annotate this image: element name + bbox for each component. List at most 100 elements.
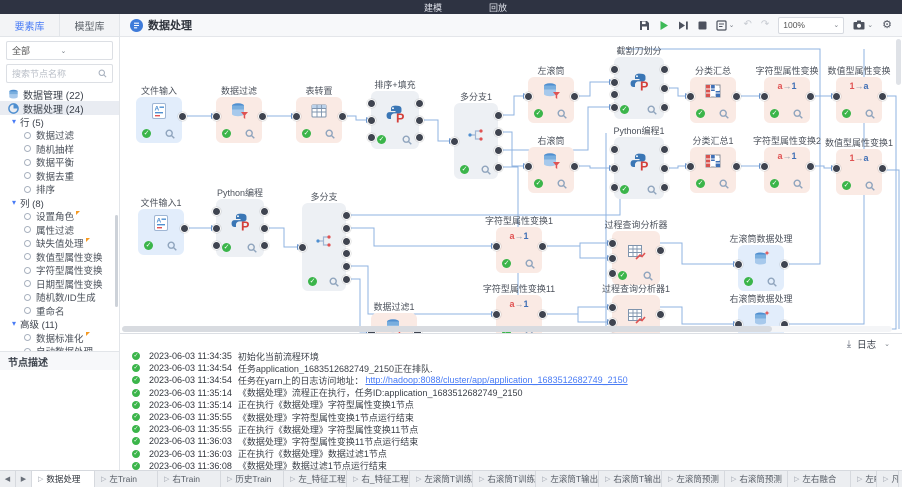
tree-group[interactable]: ▾列 (8)	[0, 196, 119, 210]
output-port[interactable]	[806, 92, 815, 101]
output-port[interactable]	[538, 310, 547, 319]
tab-scroll-left-icon[interactable]: ◀	[0, 471, 16, 487]
search-input[interactable]	[12, 69, 98, 79]
tab-model-library[interactable]: 模型库	[60, 14, 119, 36]
step-run-button[interactable]	[678, 20, 689, 31]
tree-node-item[interactable]: 数据标准化	[0, 331, 119, 345]
input-port[interactable]	[212, 112, 221, 121]
flow-tab[interactable]: ▷左滚筒T训练	[410, 471, 473, 487]
tree-node-item[interactable]: 自动数据处理	[0, 345, 119, 352]
output-port[interactable]	[260, 207, 269, 216]
node-preview-magnifier-icon[interactable]	[793, 179, 803, 189]
input-port[interactable]	[608, 269, 617, 278]
output-port[interactable]	[342, 211, 351, 220]
category-filter-select[interactable]: 全部 ⌄	[6, 41, 113, 60]
flow-node-proc-query[interactable]: ✓	[612, 231, 660, 285]
flow-tab[interactable]: ▷左Train	[95, 471, 158, 487]
output-port[interactable]	[494, 163, 503, 172]
save-button[interactable]	[639, 20, 650, 31]
node-preview-magnifier-icon[interactable]	[719, 179, 729, 189]
node-preview-magnifier-icon[interactable]	[165, 129, 175, 139]
output-port[interactable]	[660, 84, 669, 93]
input-port[interactable]	[610, 145, 619, 154]
flow-node-left-roller[interactable]: ✓	[528, 77, 574, 123]
top-menu-item[interactable]: 建模	[424, 1, 442, 14]
tree-node-item[interactable]: 数值型属性变换	[0, 250, 119, 264]
input-port[interactable]	[610, 103, 619, 112]
output-port[interactable]	[656, 246, 665, 255]
output-port[interactable]	[656, 310, 665, 319]
input-port[interactable]	[760, 162, 769, 171]
download-log-icon[interactable]: ⤓	[847, 339, 851, 350]
node-preview-magnifier-icon[interactable]	[557, 109, 567, 119]
node-preview-magnifier-icon[interactable]	[865, 109, 875, 119]
tree-category[interactable]: 数据处理 (24)	[0, 101, 119, 115]
output-port[interactable]	[780, 260, 789, 269]
log-panel-title[interactable]: 日志	[857, 337, 876, 351]
output-port[interactable]	[260, 224, 269, 233]
flow-node-str-conv[interactable]: a→1✓	[764, 77, 810, 123]
node-preview-magnifier-icon[interactable]	[525, 259, 535, 269]
flow-tab[interactable]: ▷凡	[877, 471, 899, 487]
flow-tab[interactable]: ▷右滚筒T训练	[473, 471, 536, 487]
input-port[interactable]	[367, 133, 376, 142]
layout-menu-button[interactable]: ⌄	[716, 20, 735, 31]
output-port[interactable]	[415, 133, 424, 142]
output-port[interactable]	[338, 112, 347, 121]
output-port[interactable]	[415, 99, 424, 108]
flow-node-right-roller[interactable]: ✓	[528, 147, 574, 193]
tree-category[interactable]: 数据管理 (22)	[0, 87, 119, 101]
tree-node-item[interactable]: 日期型属性变换	[0, 277, 119, 291]
flow-node-sort-fill[interactable]: P✓	[371, 91, 419, 149]
input-port[interactable]	[212, 207, 221, 216]
output-port[interactable]	[342, 224, 351, 233]
input-port[interactable]	[832, 164, 841, 173]
node-preview-magnifier-icon[interactable]	[325, 129, 335, 139]
node-preview-magnifier-icon[interactable]	[643, 271, 653, 281]
tree-node-item[interactable]: 缺失值处理	[0, 237, 119, 251]
tree-node-item[interactable]: 随机抽样	[0, 142, 119, 156]
flow-canvas[interactable]: 文件输入A✓数据过滤✓表转置✓排序+填充P✓多分支1✓左滚筒✓右滚筒✓截割刀划分…	[120, 37, 902, 333]
tree-node-item[interactable]: 设置角色	[0, 210, 119, 224]
node-preview-magnifier-icon[interactable]	[167, 241, 177, 251]
flow-node-str-conv-2[interactable]: a→1✓	[764, 147, 810, 193]
output-port[interactable]	[878, 164, 887, 173]
output-port[interactable]	[570, 162, 579, 171]
snapshot-button[interactable]: ⌄	[853, 20, 873, 30]
flow-node-cut-knife-split[interactable]: P✓	[614, 57, 664, 119]
input-port[interactable]	[608, 303, 617, 312]
tab-element-library[interactable]: 要素库	[0, 14, 60, 36]
input-port[interactable]	[524, 162, 533, 171]
output-port[interactable]	[660, 164, 669, 173]
input-port[interactable]	[610, 78, 619, 87]
output-port[interactable]	[178, 112, 187, 121]
tree-node-item[interactable]: 随机数/ID生成	[0, 291, 119, 305]
node-preview-magnifier-icon[interactable]	[402, 135, 412, 145]
flow-node-left-roller-proc[interactable]: ✓	[738, 245, 784, 291]
input-port[interactable]	[492, 310, 501, 319]
input-port[interactable]	[610, 65, 619, 74]
settings-button[interactable]: ⚙	[882, 20, 892, 31]
zoom-select[interactable]: 100% ⌄	[778, 17, 844, 34]
output-port[interactable]	[660, 183, 669, 192]
flow-tab[interactable]: ▷左_特征工程	[284, 471, 347, 487]
node-preview-magnifier-icon[interactable]	[245, 129, 255, 139]
undo-button[interactable]: ↶	[743, 20, 751, 30]
run-button[interactable]	[659, 20, 669, 31]
node-description-header[interactable]: 节点描述	[0, 351, 119, 370]
flow-node-num-conv[interactable]: 1→a✓	[836, 77, 882, 123]
node-preview-magnifier-icon[interactable]	[719, 109, 729, 119]
flow-node-num-conv-1[interactable]: 1→a✓	[836, 149, 882, 195]
flow-node-python-prog[interactable]: P✓	[216, 199, 264, 257]
flow-node-file-input[interactable]: A✓	[136, 97, 182, 143]
input-port[interactable]	[492, 242, 501, 251]
sidebar-scrollbar[interactable]	[115, 215, 118, 307]
input-port[interactable]	[686, 92, 695, 101]
output-port[interactable]	[258, 112, 267, 121]
node-preview-magnifier-icon[interactable]	[481, 165, 491, 175]
log-link[interactable]: http://hadoop:8088/cluster/app/applicati…	[365, 375, 627, 385]
output-port[interactable]	[260, 241, 269, 250]
input-port[interactable]	[610, 183, 619, 192]
flow-node-file-input-1[interactable]: A✓	[138, 209, 184, 255]
output-port[interactable]	[494, 146, 503, 155]
